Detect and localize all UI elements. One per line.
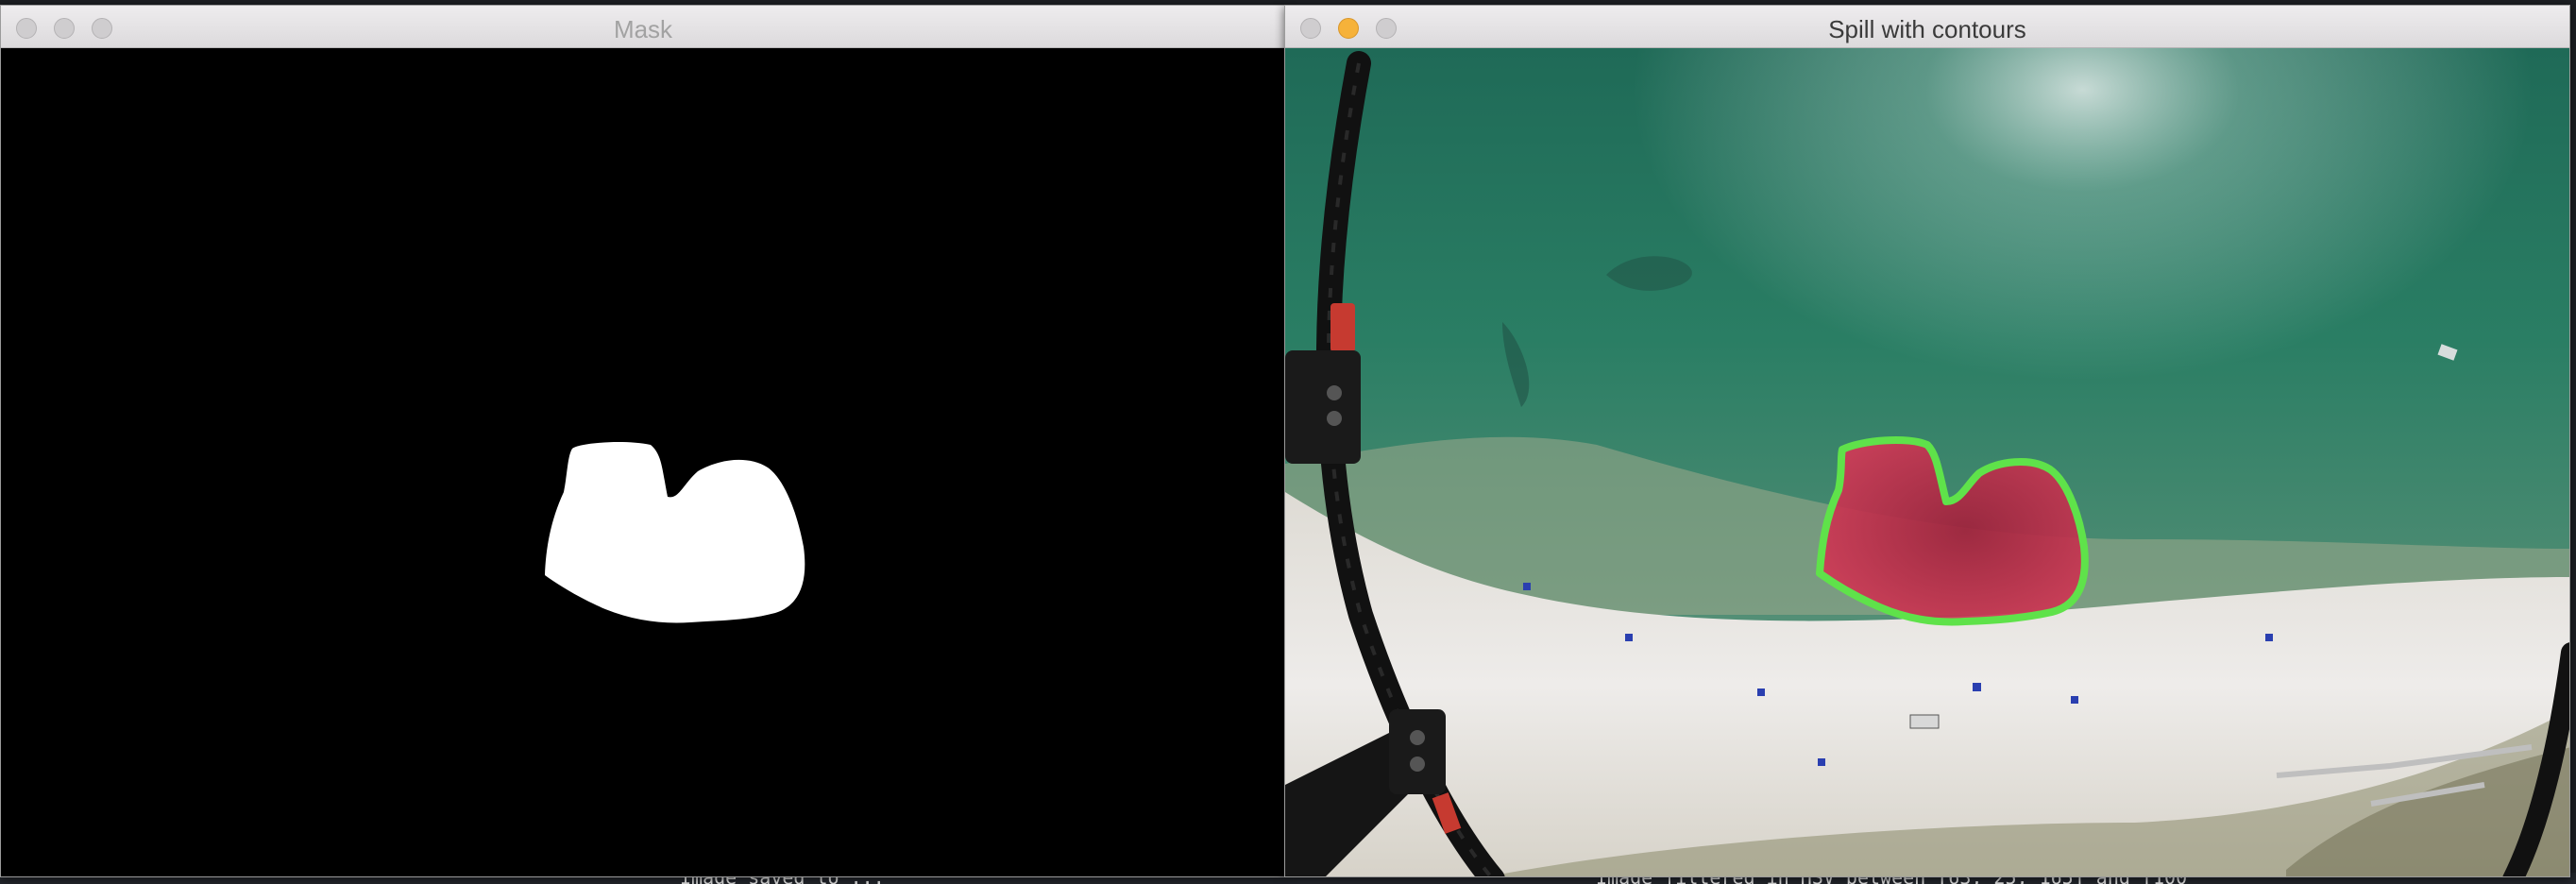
mask-image — [1, 48, 1285, 876]
window-title: Mask — [613, 15, 673, 43]
mask-window[interactable]: Mask — [0, 5, 1286, 877]
spill-aerial-image — [1285, 48, 2569, 876]
spill-window-titlebar[interactable]: Spill with contours — [1285, 6, 2569, 48]
mask-window-titlebar[interactable]: Mask — [1, 6, 1285, 48]
window-title: Spill with contours — [1828, 15, 2026, 43]
spill-window[interactable]: Spill with contours — [1284, 5, 2570, 877]
